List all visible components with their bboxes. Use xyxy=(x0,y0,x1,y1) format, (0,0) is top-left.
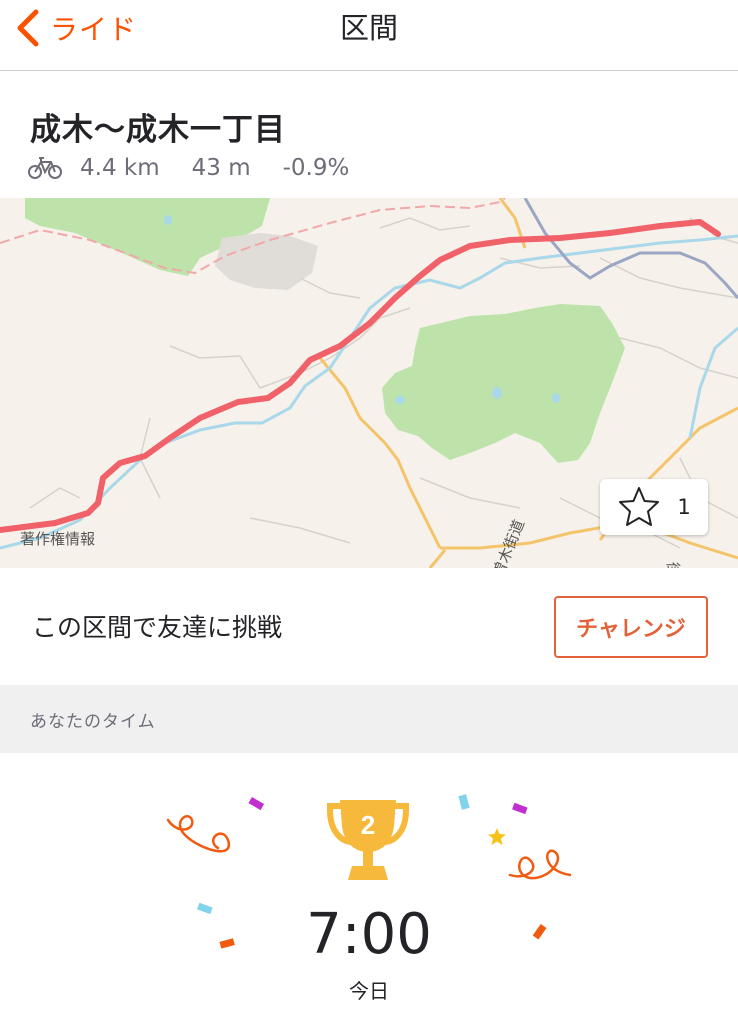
challenge-text: この区間で友達に挑戦 xyxy=(32,613,283,642)
star-button[interactable]: 1 xyxy=(600,479,708,535)
distance-value: 4.4 km xyxy=(80,155,160,181)
map-attribution-link[interactable]: 著作権情報 xyxy=(20,528,95,549)
time-date: 今日 xyxy=(349,979,389,1003)
segment-stats: 4.4 km 43 m -0.9% xyxy=(28,152,381,184)
segment-name: 成木〜成木一丁目 xyxy=(30,112,286,148)
elevation-value: 43 m xyxy=(191,155,251,181)
bicycle-icon xyxy=(28,157,62,179)
star-count: 1 xyxy=(677,495,691,519)
park-area xyxy=(382,304,625,463)
road-label: 街道 xyxy=(664,562,681,568)
nav-bar: ライド 区間 xyxy=(0,0,738,71)
segment-time: 7:00 xyxy=(306,902,432,967)
confetti-piece xyxy=(512,802,528,815)
star-icon xyxy=(619,487,660,526)
streamer-decoration xyxy=(166,815,231,853)
your-time-header: あなたのタイム xyxy=(0,685,738,753)
grade-value: -0.9% xyxy=(282,155,350,181)
confetti-piece xyxy=(248,797,265,811)
challenge-button[interactable]: チャレンジ xyxy=(554,596,708,658)
confetti-piece xyxy=(458,794,470,810)
streamer-decoration xyxy=(508,849,572,880)
rank-number: 2 xyxy=(361,810,375,840)
trophy-icon: 2 xyxy=(327,800,409,880)
your-time-label: あなたのタイム xyxy=(30,712,156,732)
sparkle-star xyxy=(488,828,506,845)
page-title: 区間 xyxy=(339,11,398,45)
